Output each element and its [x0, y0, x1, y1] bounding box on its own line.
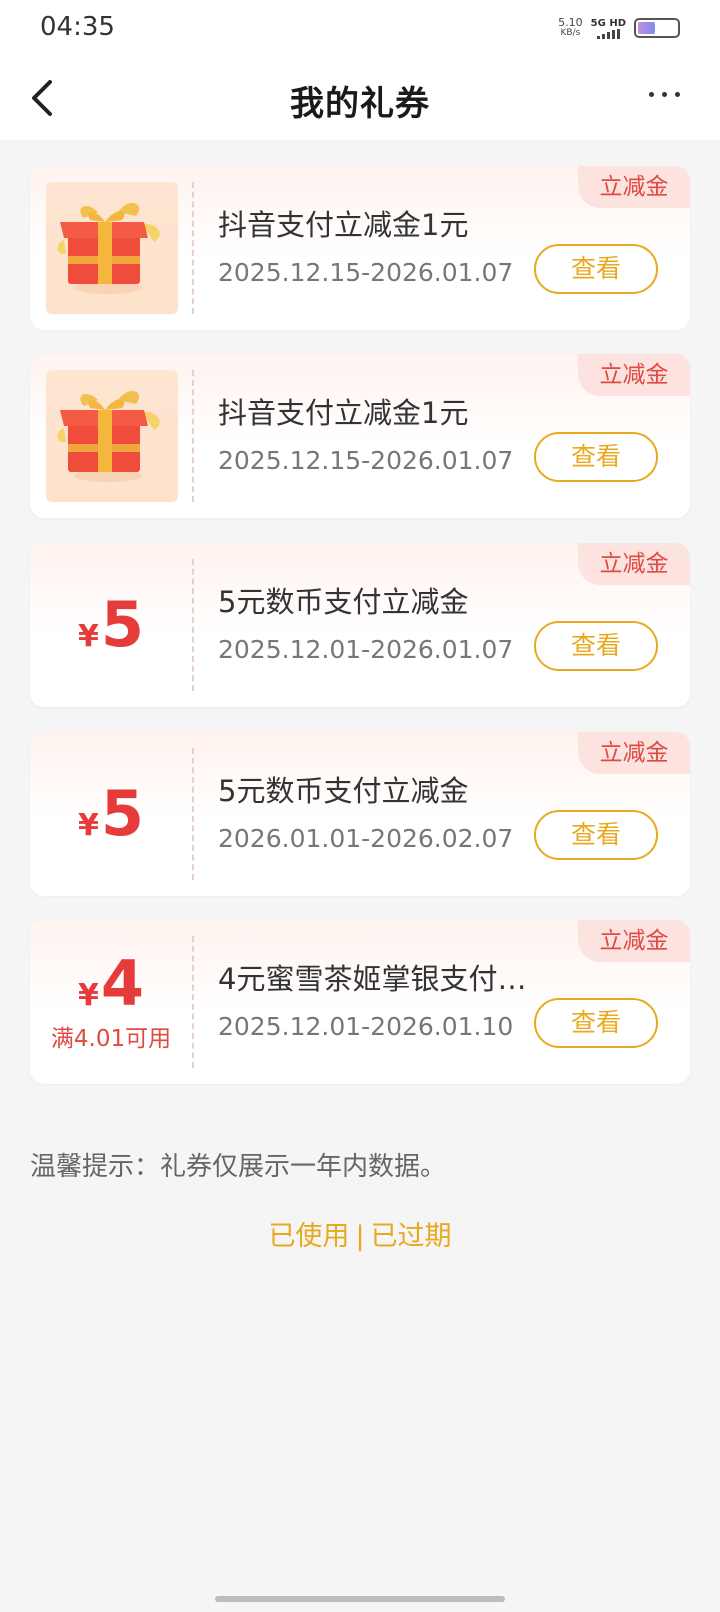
dashed-divider: [192, 748, 194, 880]
coupon-validity: 2025.12.15-2026.01.07: [218, 446, 514, 475]
link-separator: |: [355, 1221, 365, 1252]
amount-value: 5: [100, 588, 144, 661]
status-time: 04:35: [40, 12, 115, 42]
usage-condition: 满4.01可用: [50, 1026, 172, 1052]
network-type-label: 5G HD: [590, 17, 626, 29]
gift-box-icon: [57, 203, 160, 294]
history-links: 已使用 | 已过期: [0, 1214, 720, 1253]
signal-icon: 5G HD: [591, 18, 626, 39]
dashed-divider: [192, 370, 194, 502]
coupon-card[interactable]: 抖音支付立减金1元 2025.12.15-2026.01.07 查看 立减金: [30, 354, 690, 518]
coupon-validity: 2025.12.01-2026.01.10: [218, 1012, 514, 1041]
coupon-validity: 2026.01.01-2026.02.07: [218, 824, 514, 853]
battery-level: [638, 22, 656, 34]
view-button[interactable]: 查看: [534, 432, 658, 482]
amount-value: 5: [100, 777, 144, 850]
coupon-amount: ¥5: [30, 732, 192, 896]
expired-coupons-link[interactable]: 已过期: [371, 1221, 452, 1252]
coupon-title: 抖音支付立减金1元: [218, 396, 469, 430]
currency-symbol: ¥: [77, 978, 99, 1013]
coupon-type-badge: 立减金: [578, 732, 690, 774]
coupon-type-badge: 立减金: [578, 543, 690, 585]
gift-box-icon: [57, 391, 160, 482]
coupon-type-badge: 立减金: [578, 166, 690, 208]
coupon-title: 4元蜜雪茶姬掌银支付…: [218, 962, 527, 996]
dashed-divider: [192, 182, 194, 314]
gift-box-image: [46, 182, 178, 314]
gift-box-image: [46, 370, 178, 502]
view-button[interactable]: 查看: [534, 810, 658, 860]
coupon-title: 5元数币支付立减金: [218, 774, 469, 808]
battery-icon: [634, 18, 680, 38]
coupon-amount: ¥4 满4.01可用: [30, 920, 192, 1084]
coupon-card[interactable]: ¥5 5元数币支付立减金 2025.12.01-2026.01.07 查看 立减金: [30, 543, 690, 707]
page-title: 我的礼券: [290, 84, 430, 124]
coupon-amount: ¥5: [30, 543, 192, 707]
coupon-title: 5元数币支付立减金: [218, 585, 469, 619]
tip-text: 温馨提示：礼券仅展示一年内数据。: [30, 1152, 447, 1182]
network-speed: 5.10 KB/s: [558, 17, 583, 39]
coupon-type-badge: 立减金: [578, 920, 690, 962]
dashed-divider: [192, 936, 194, 1068]
view-button[interactable]: 查看: [534, 998, 658, 1048]
more-button[interactable]: [649, 92, 680, 97]
amount-value: 4: [100, 947, 144, 1020]
network-speed-unit: KB/s: [560, 28, 581, 38]
nav-bar: 我的礼券: [0, 56, 720, 140]
currency-symbol: ¥: [77, 808, 99, 843]
coupon-validity: 2025.12.01-2026.01.07: [218, 635, 514, 664]
coupon-type-badge: 立减金: [578, 354, 690, 396]
status-bar: 04:35 5.10 KB/s 5G HD: [0, 0, 720, 56]
network-speed-value: 5.10: [558, 16, 583, 29]
coupon-validity: 2025.12.15-2026.01.07: [218, 258, 514, 287]
coupon-card[interactable]: ¥4 满4.01可用 4元蜜雪茶姬掌银支付… 2025.12.01-2026.01.1…: [30, 920, 690, 1084]
view-button[interactable]: 查看: [534, 244, 658, 294]
dashed-divider: [192, 559, 194, 691]
used-coupons-link[interactable]: 已使用: [268, 1221, 349, 1252]
status-indicators: 5.10 KB/s 5G HD: [558, 16, 680, 40]
currency-symbol: ¥: [77, 619, 99, 654]
coupon-card[interactable]: 抖音支付立减金1元 2025.12.15-2026.01.07 查看 立减金: [30, 166, 690, 330]
home-indicator[interactable]: [215, 1596, 505, 1602]
coupon-title: 抖音支付立减金1元: [218, 208, 469, 242]
more-dots-icon: [649, 92, 654, 97]
view-button[interactable]: 查看: [534, 621, 658, 671]
coupon-card[interactable]: ¥5 5元数币支付立减金 2026.01.01-2026.02.07 查看 立减金: [30, 732, 690, 896]
